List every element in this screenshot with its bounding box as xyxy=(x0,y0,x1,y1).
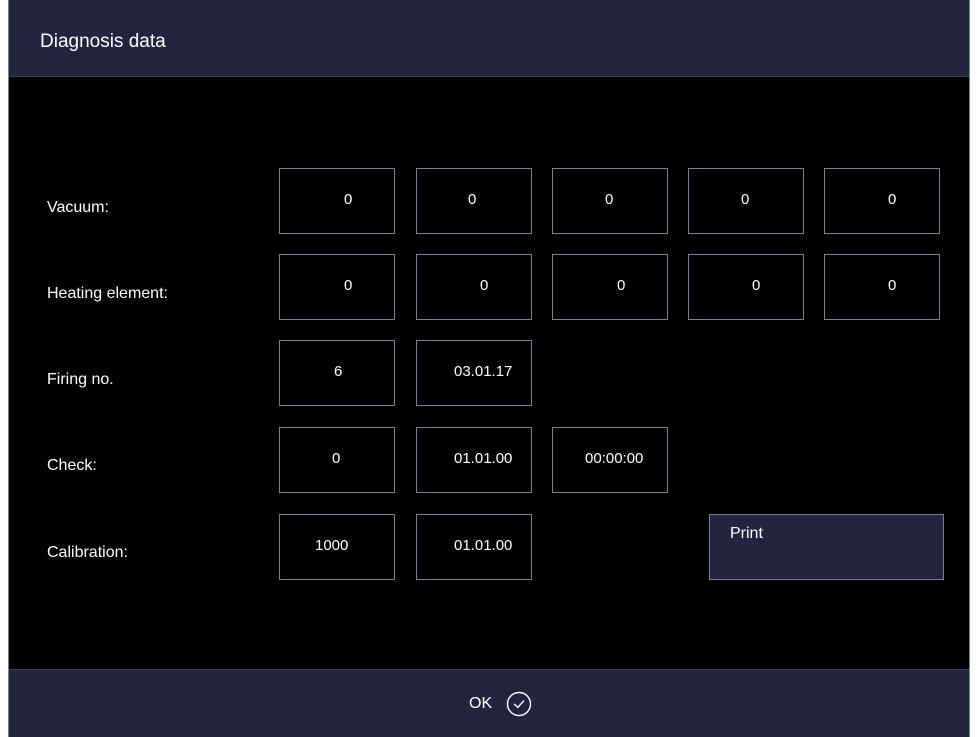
heating-value-2[interactable]: 0 xyxy=(416,254,532,320)
heating-element-label: Heating element: xyxy=(47,285,168,302)
calibration-label: Calibration: xyxy=(47,544,128,561)
ok-button-label: OK xyxy=(469,695,493,712)
heating-value-4[interactable]: 0 xyxy=(688,254,804,320)
check-label: Check: xyxy=(47,457,97,474)
calibration-date[interactable]: 01.01.00 xyxy=(416,514,532,580)
print-button-label: Print xyxy=(730,525,763,542)
title-bar: Diagnosis data xyxy=(9,0,969,77)
check-date[interactable]: 01.01.00 xyxy=(416,427,532,493)
vacuum-label: Vacuum: xyxy=(47,199,109,216)
heating-value-3[interactable]: 0 xyxy=(552,254,668,320)
check-circle-icon xyxy=(506,691,532,717)
firing-count[interactable]: 6 xyxy=(279,340,395,406)
vacuum-value-3[interactable]: 0 xyxy=(552,168,668,234)
check-count[interactable]: 0 xyxy=(279,427,395,493)
footer-bar: OK xyxy=(9,669,969,737)
vacuum-value-2[interactable]: 0 xyxy=(416,168,532,234)
vacuum-value-4[interactable]: 0 xyxy=(688,168,804,234)
check-time[interactable]: 00:00:00 xyxy=(552,427,668,493)
heating-value-5[interactable]: 0 xyxy=(824,254,940,320)
dialog-title: Diagnosis data xyxy=(40,31,166,52)
vacuum-value-5[interactable]: 0 xyxy=(824,168,940,234)
firing-no-label: Firing no. xyxy=(47,371,114,388)
vacuum-value-1[interactable]: 0 xyxy=(279,168,395,234)
heating-value-1[interactable]: 0 xyxy=(279,254,395,320)
diagnosis-dialog: Diagnosis data Vacuum: 0 0 0 0 0 Heating… xyxy=(8,0,970,737)
calibration-value[interactable]: 1000 xyxy=(279,514,395,580)
ok-button[interactable]: OK xyxy=(461,688,571,720)
print-button[interactable]: Print xyxy=(709,514,944,580)
firing-date[interactable]: 03.01.17 xyxy=(416,340,532,406)
